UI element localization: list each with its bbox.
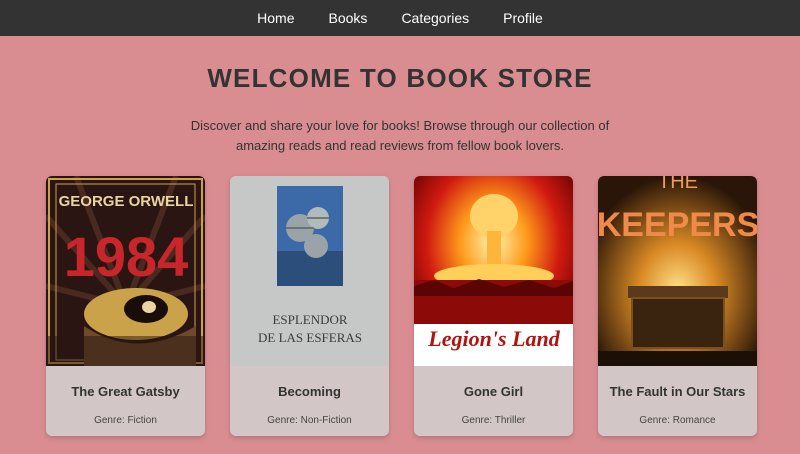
- book-genre: Genre: Romance: [639, 415, 716, 426]
- top-navbar: Home Books Categories Profile: [0, 0, 800, 36]
- intro-text: Discover and share your love for books! …: [190, 118, 610, 153]
- cover-title: KEEPERS: [598, 206, 757, 244]
- book-cover-image: ESPLENDOR DE LAS ESFERAS: [230, 176, 389, 366]
- book-title: The Fault in Our Stars: [609, 384, 746, 399]
- book-grid: GEORGE ORWELL 1984 The Great Gatsby Genr…: [0, 176, 800, 436]
- cover-author: GEORGE ORWELL: [59, 193, 194, 210]
- book-title: Gone Girl: [463, 384, 524, 399]
- cover-title: 1984: [64, 225, 189, 288]
- nav-books-link[interactable]: Books: [312, 10, 385, 26]
- book-genre: Genre: Fiction: [94, 415, 157, 426]
- book-card[interactable]: THE KEEPERS The Fault in Our Stars Genre…: [598, 176, 757, 436]
- cover-title: Legion's Land: [427, 326, 560, 351]
- page-title: WELCOME TO BOOK STORE: [207, 63, 593, 93]
- book-cover-image: GEORGE ORWELL 1984: [46, 176, 205, 366]
- book-title: Becoming: [278, 384, 341, 399]
- book-genre: Genre: Thriller: [461, 415, 526, 426]
- book-card[interactable]: Legion's Land Gone Girl Genre: Thriller: [414, 176, 573, 436]
- book-card[interactable]: ESPLENDOR DE LAS ESFERAS Becoming Genre:…: [230, 176, 389, 436]
- cover-top-text: THE: [658, 176, 698, 193]
- hero-section: WELCOME TO BOOK STORE Discover and share…: [0, 63, 800, 156]
- cover-title-line1: ESPLENDOR: [272, 312, 347, 327]
- book-card[interactable]: GEORGE ORWELL 1984 The Great Gatsby Genr…: [46, 176, 205, 436]
- book-title: The Great Gatsby: [71, 384, 180, 399]
- nav-home-link[interactable]: Home: [240, 10, 311, 26]
- book-cover-image: Legion's Land: [414, 176, 573, 366]
- book-genre: Genre: Non-Fiction: [267, 415, 352, 426]
- nav-categories-link[interactable]: Categories: [384, 10, 486, 26]
- cover-title-line2: DE LAS ESFERAS: [258, 330, 362, 345]
- nav-profile-link[interactable]: Profile: [486, 10, 560, 26]
- book-cover-image: THE KEEPERS: [598, 176, 757, 366]
